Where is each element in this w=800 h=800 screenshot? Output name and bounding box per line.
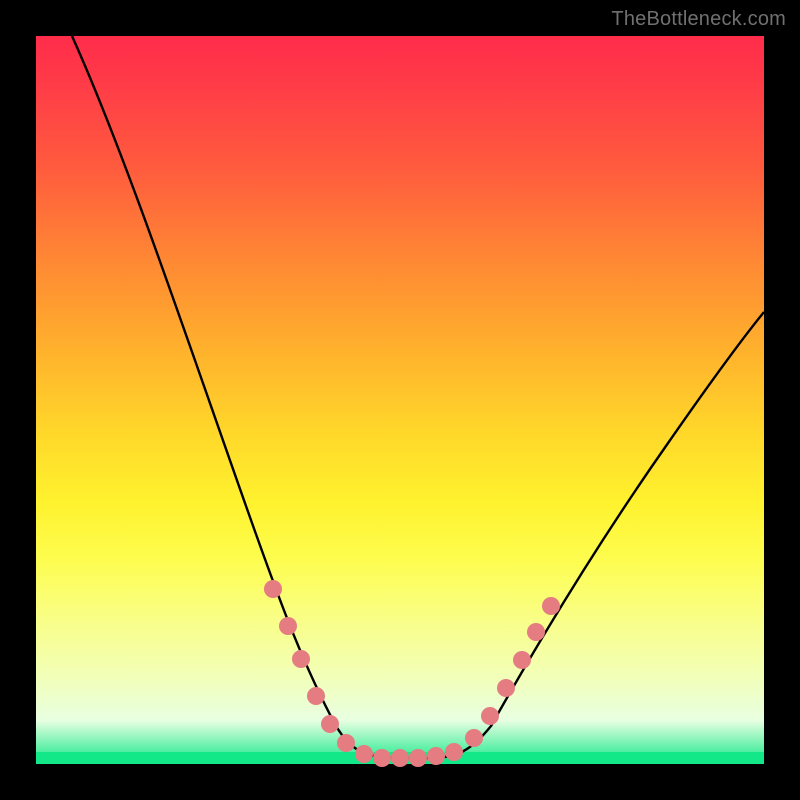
marker-dot <box>391 749 409 767</box>
bottleneck-curve <box>72 36 764 758</box>
marker-dot <box>527 623 545 641</box>
watermark-text: TheBottleneck.com <box>611 8 786 31</box>
marker-dot <box>264 580 282 598</box>
marker-dot <box>481 707 499 725</box>
marker-dot <box>465 729 483 747</box>
marker-dot <box>307 687 325 705</box>
marker-dot <box>279 617 297 635</box>
marker-dot <box>409 749 427 767</box>
marker-dot <box>292 650 310 668</box>
chart-stage: TheBottleneck.com <box>0 0 800 800</box>
marker-dot <box>445 743 463 761</box>
marker-dot <box>373 749 391 767</box>
marker-dot <box>337 734 355 752</box>
marker-dot <box>427 747 445 765</box>
marker-dot <box>321 715 339 733</box>
marker-dot <box>355 745 373 763</box>
marker-dot <box>513 651 531 669</box>
curve-layer <box>36 36 764 764</box>
marker-dot <box>497 679 515 697</box>
marker-dot <box>542 597 560 615</box>
plot-area <box>36 36 764 764</box>
